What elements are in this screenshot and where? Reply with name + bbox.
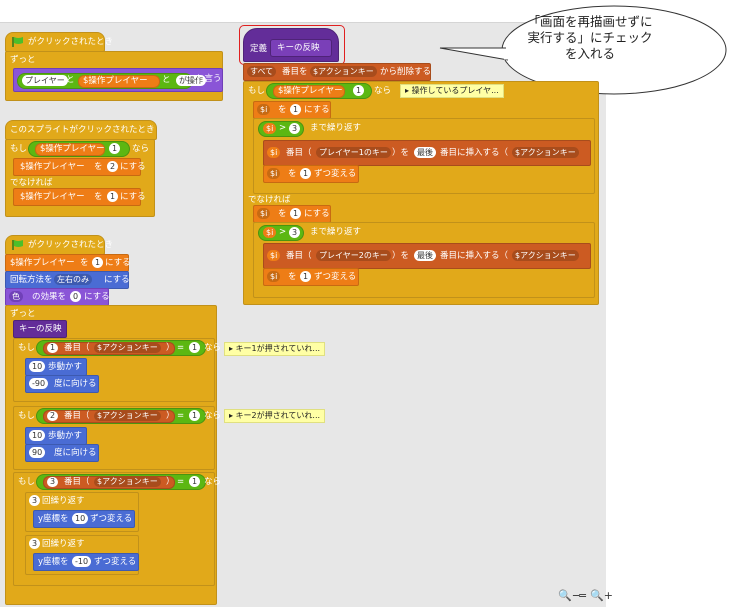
zoom-reset-button[interactable]: =	[578, 589, 587, 602]
point-direction-block-2[interactable]: 90 度に向ける	[25, 444, 99, 462]
call-key-reflect-block[interactable]: キーの反映	[13, 320, 67, 338]
callout-text: 「画面を再描画せずに 実行する」にチェック を入れる	[500, 14, 680, 62]
move-block[interactable]: 10 歩動かす	[25, 358, 87, 376]
move-block-2[interactable]: 10 歩動かす	[25, 427, 87, 445]
hat-label: がクリックされたとき	[28, 37, 114, 47]
effect-dropdown[interactable]: 色	[9, 291, 23, 302]
equals-operator[interactable]: $操作プレイヤー 1	[28, 141, 130, 157]
set-value[interactable]: 1	[92, 257, 104, 268]
highlight-box	[239, 25, 345, 65]
item-of-list-reporter[interactable]: 2 番目（ $アクションキー ）	[43, 410, 175, 423]
say-block[interactable]: プレイヤー と $操作プレイヤー と が操作 と言う	[13, 68, 223, 92]
comment-player[interactable]: ▸ 操作しているプレイヤ...	[400, 84, 504, 98]
set-var-block-2[interactable]: $操作プレイヤー を 1 にする	[13, 188, 146, 206]
set-effect-block[interactable]: 色 の効果を 0 にする	[5, 288, 110, 306]
gt-operator[interactable]: $i > 3	[258, 225, 304, 241]
insert-list-block[interactable]: $i 番目（ プレイヤー1のキー ）を 最後 番目に挿入する（ $アクションキー	[263, 140, 591, 166]
then-label: なら	[132, 144, 150, 154]
equals-value[interactable]: 1	[109, 143, 121, 154]
hat-label: このスプライトがクリックされたとき	[10, 125, 155, 135]
if-label: もし	[10, 144, 28, 154]
change-i-block[interactable]: $i を 1 ずつ変える	[263, 165, 359, 183]
insert-list-block-2[interactable]: $i 番目（ プレイヤー2のキー ）を 最後 番目に挿入する（ $アクションキー	[263, 243, 591, 269]
green-flag-icon	[12, 240, 23, 250]
rotation-style-block[interactable]: 回転方法を 左右のみ にする	[5, 271, 130, 289]
callout-line2: 実行する」にチェック	[527, 30, 653, 45]
green-flag-icon	[12, 37, 23, 47]
player-var-reporter[interactable]: $操作プレイヤー	[273, 85, 345, 98]
scratch-editor: 「画面を再描画せずに 実行する」にチェック を入れる がクリックされたとき ずっ…	[0, 0, 739, 607]
change-i-block-2[interactable]: $i を 1 ずつ変える	[263, 268, 359, 286]
gt-operator[interactable]: $i > 3	[258, 121, 304, 137]
join-reporter[interactable]: プレイヤー と $操作プレイヤー と が操作	[17, 73, 206, 89]
when-flag-clicked-hat[interactable]: がクリックされたとき	[5, 32, 113, 52]
set-var-block[interactable]: $操作プレイヤー を 2 にする	[13, 158, 146, 176]
change-y-block-2[interactable]: y座標を -10 ずつ変える	[33, 553, 139, 571]
equals-operator[interactable]: 2 番目（ $アクションキー ） = 1	[36, 408, 206, 424]
equals-operator[interactable]: 1 番目（ $アクションキー ） = 1	[36, 340, 206, 356]
zoom-in-button[interactable]: 🔍+	[590, 589, 613, 602]
player-var-reporter[interactable]: $操作プレイヤー	[35, 143, 105, 156]
join-and1: と	[66, 75, 75, 85]
set-i-block[interactable]: $i を 1 にする	[253, 101, 331, 119]
rotation-style-dropdown[interactable]: 左右のみ	[54, 274, 92, 285]
comment-key1[interactable]: ▸ キー1が押されていれ...	[224, 342, 326, 356]
when-flag-clicked-hat-2[interactable]: がクリックされたとき	[5, 235, 113, 255]
player-var-reporter[interactable]: $操作プレイヤー	[78, 75, 160, 88]
forever-label: ずっと	[10, 55, 36, 65]
item-of-list-reporter[interactable]: 1 番目（ $アクションキー ）	[43, 342, 175, 355]
set-player-block[interactable]: $操作プレイヤー を 1 にする	[5, 254, 131, 272]
comment-key2[interactable]: ▸ キー2が押されていれ...	[224, 409, 326, 423]
set-value[interactable]: 2	[107, 161, 119, 172]
set-i-block-2[interactable]: $i を 1 にする	[253, 205, 331, 223]
effect-value[interactable]: 0	[70, 291, 82, 302]
say-suffix: と言う	[196, 74, 222, 84]
equals-operator[interactable]: 3 番目（ $アクションキー ） = 1	[36, 474, 206, 490]
callout-line1: 「画面を再描画せずに	[527, 14, 653, 29]
delete-list-block[interactable]: すべて 番目を $アクションキー から削除する	[243, 63, 431, 81]
point-direction-block[interactable]: -90 度に向ける	[25, 375, 99, 393]
when-sprite-clicked-hat[interactable]: このスプライトがクリックされたとき	[5, 120, 157, 140]
callout-line3: を入れる	[564, 46, 615, 61]
item-of-list-reporter[interactable]: 3 番目（ $アクションキー ）	[43, 476, 175, 489]
join-and2: と	[162, 75, 171, 85]
set-value[interactable]: 1	[107, 191, 119, 202]
join-text-a[interactable]: プレイヤー	[22, 75, 68, 86]
change-y-block[interactable]: y座標を 10 ずつ変える	[33, 510, 135, 528]
equals-operator[interactable]: $操作プレイヤー 1	[266, 83, 372, 99]
